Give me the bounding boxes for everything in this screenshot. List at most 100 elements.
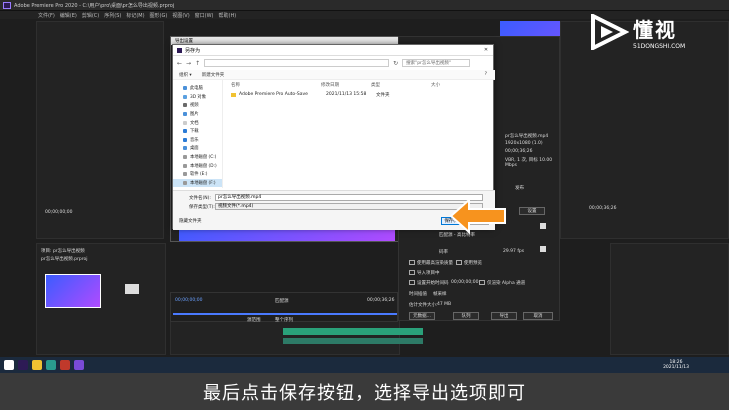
option-checkbox-5[interactable]: [479, 280, 485, 285]
nav-item-music[interactable]: 音乐: [173, 136, 222, 145]
music-icon: [183, 137, 187, 142]
explorer-taskbar-icon[interactable]: [32, 360, 42, 370]
menu-graphics[interactable]: 图形(G): [150, 12, 168, 19]
address-bar[interactable]: [204, 59, 390, 67]
nav-item-downloads[interactable]: 下载: [173, 127, 222, 136]
bitrate-label: 码率: [439, 250, 448, 255]
pc-icon: [183, 86, 187, 91]
option-checkbox-4[interactable]: [409, 280, 415, 285]
forward-icon[interactable]: →: [186, 60, 191, 67]
menu-clip[interactable]: 剪辑(C): [82, 12, 99, 19]
file-type: 文件夹: [376, 92, 390, 98]
video-icon: [183, 103, 187, 108]
col-name[interactable]: 名称: [231, 82, 321, 88]
close-icon[interactable]: ✕: [483, 47, 489, 53]
window-title: Adobe Premiere Pro 2020 - C:\用户\pro\桌面\p…: [14, 2, 175, 9]
nav-item-drive-f[interactable]: 本地磁盘 (F:): [173, 178, 222, 188]
start-timecode-value[interactable]: 00;00;00;00: [451, 280, 478, 285]
drive-icon: [183, 155, 187, 160]
filename-label: 文件名(N):: [189, 195, 211, 201]
nav-item-drive-c[interactable]: 本地磁盘 (C:): [173, 153, 222, 162]
col-date[interactable]: 修改日期: [321, 82, 371, 88]
menu-sequence[interactable]: 序列(S): [104, 12, 121, 19]
windows-start-icon[interactable]: [4, 360, 14, 370]
col-type[interactable]: 类型: [371, 82, 431, 88]
app-taskbar-icon[interactable]: [46, 360, 56, 370]
clock-date: 2021/11/13: [663, 365, 689, 370]
up-icon[interactable]: ↑: [195, 60, 200, 67]
drive-icon: [183, 172, 187, 177]
option-checkbox-3[interactable]: [409, 270, 415, 275]
premiere-taskbar-icon[interactable]: [18, 360, 28, 370]
option-start-timecode: 设置开始时间码: [417, 281, 449, 286]
nav-item-pictures[interactable]: 图片: [173, 110, 222, 119]
interpolation-label: 时间插值: [409, 292, 427, 297]
nav-item-this-pc[interactable]: 此电脑: [173, 84, 222, 93]
drive-icon: [183, 180, 187, 185]
save-as-title: 另存为: [185, 47, 201, 54]
premiere-small-icon: [177, 47, 182, 53]
cancel-export-button[interactable]: 取消: [523, 312, 553, 320]
help-icon[interactable]: ?: [485, 72, 487, 77]
option-alpha-only: 仅渲染 Alpha 通道: [487, 281, 526, 286]
menu-view[interactable]: 视图(V): [172, 12, 189, 19]
play-logo-icon: [591, 14, 629, 50]
media-taskbar-icon[interactable]: [74, 360, 84, 370]
range-start-timecode: 00;00;00;00: [175, 298, 203, 303]
export-button[interactable]: 导出: [491, 312, 517, 320]
save-type-select[interactable]: 视频文件(*.mp4): [215, 203, 483, 210]
nav-item-drive-d[interactable]: 本地磁盘 (D:): [173, 161, 222, 170]
project-bin: pr怎么导出视频.prproj: [41, 257, 88, 262]
menu-marker[interactable]: 标记(M): [126, 12, 144, 19]
nav-item-3d-objects[interactable]: 3D 对象: [173, 93, 222, 102]
option-checkbox-1[interactable]: [409, 260, 415, 265]
menu-file[interactable]: 文件(F): [38, 12, 55, 19]
folder-icon[interactable]: [125, 284, 139, 294]
browser-taskbar-icon[interactable]: [60, 360, 70, 370]
queue-button[interactable]: 队列: [453, 312, 479, 320]
interpolation-select[interactable]: 帧采样: [433, 291, 447, 297]
file-date: 2021/11/13 15:58: [326, 92, 367, 97]
option-max-quality: 使用最高渲染质量: [417, 261, 453, 266]
pointer-arrow-icon: [449, 197, 506, 234]
settings-button[interactable]: 设置: [519, 207, 545, 215]
refresh-icon[interactable]: ↻: [393, 60, 398, 67]
output-name[interactable]: pr怎么导出视频.mp4: [505, 133, 548, 139]
search-input[interactable]: 搜索"pr怎么导出视频": [402, 59, 471, 67]
watermark-logo: 懂视 51DONGSHI.COM: [589, 13, 719, 51]
save-as-titlebar: 另存为 ✕: [173, 45, 493, 56]
nav-item-videos[interactable]: 视频: [173, 101, 222, 110]
folder-icon: [231, 92, 236, 97]
menu-edit[interactable]: 编辑(E): [60, 12, 77, 19]
range-slider[interactable]: [173, 313, 397, 315]
document-icon: [183, 120, 187, 125]
video-clip[interactable]: [283, 328, 423, 335]
program-timecode: 00;00;36;26: [589, 206, 617, 211]
nav-bar: ← → ↑ ↻ 搜索"pr怎么导出视频": [173, 56, 495, 70]
audio-clip[interactable]: [283, 338, 423, 344]
menu-help[interactable]: 帮助(H): [219, 12, 237, 19]
organize-button[interactable]: 组织 ▾: [179, 72, 192, 78]
metadata-button[interactable]: 元数据...: [409, 312, 435, 320]
nav-item-documents[interactable]: 文档: [173, 118, 222, 127]
col-size[interactable]: 大小: [431, 82, 471, 88]
new-folder-button[interactable]: 新建文件夹: [202, 72, 225, 78]
checkbox-1[interactable]: [540, 223, 546, 229]
subtitle-band: 最后点击保存按钮，选择导出选项即可: [0, 373, 729, 410]
source-range-value[interactable]: 整个序列: [275, 317, 293, 323]
menu-window[interactable]: 窗口(W): [195, 12, 214, 19]
file-row[interactable]: Adobe Premiere Pro Auto-Save 2021/11/13 …: [231, 90, 493, 99]
hide-folders-toggle[interactable]: 隐藏文件夹: [179, 218, 202, 224]
nav-item-drive-e[interactable]: 软件 (E:): [173, 170, 222, 179]
project-tab[interactable]: 项目: pr怎么导出视频: [41, 248, 85, 254]
back-icon[interactable]: ←: [177, 60, 182, 67]
save-as-dialog: 另存为 ✕ ← → ↑ ↻ 搜索"pr怎么导出视频" 组织 ▾ 新建文件夹 ? …: [172, 44, 495, 230]
filename-input[interactable]: pr怎么导出视频.mp4: [215, 194, 483, 201]
option-checkbox-2[interactable]: [456, 260, 462, 265]
checkbox-2[interactable]: [540, 246, 546, 252]
nav-item-desktop[interactable]: 桌面: [173, 144, 222, 153]
publish-tab[interactable]: 发布: [515, 185, 524, 191]
clip-thumbnail[interactable]: [45, 274, 101, 308]
export-range-bar: 00;00;00;00 匹配源 00;00;36;26 源范围 整个序列: [170, 292, 398, 323]
source-range-select[interactable]: 匹配源: [275, 298, 289, 304]
